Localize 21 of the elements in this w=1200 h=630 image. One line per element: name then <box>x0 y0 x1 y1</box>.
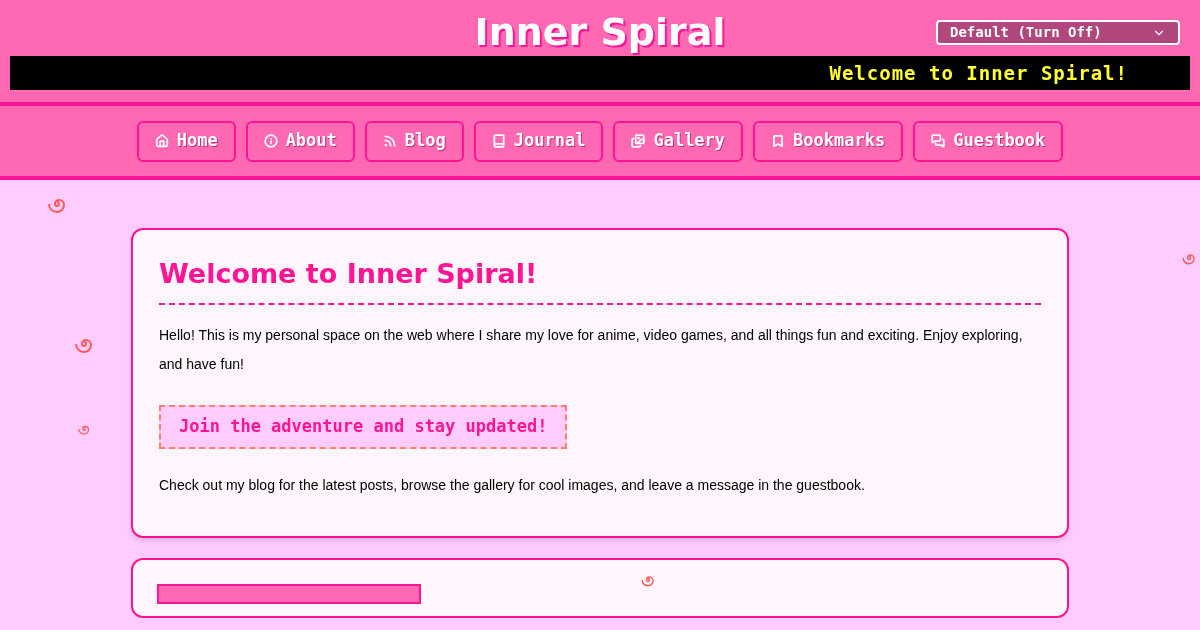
callout-banner: Join the adventure and stay updated! <box>159 404 568 449</box>
nav-link[interactable]: Home <box>136 120 236 162</box>
nav-link[interactable]: About <box>245 120 355 162</box>
site-title: Inner Spiral <box>474 9 726 56</box>
card-heading: Welcome to Inner Spiral! <box>159 254 1041 305</box>
nav-link[interactable]: Journal <box>473 120 604 162</box>
feed-icon <box>382 134 397 148</box>
bookmark-icon <box>771 134 786 148</box>
nav-link[interactable]: Gallery <box>613 120 744 162</box>
images-icon <box>631 134 646 148</box>
nav-link[interactable]: Blog <box>364 120 464 162</box>
nav-link[interactable]: Bookmarks <box>753 120 904 162</box>
chat-icon <box>931 134 946 148</box>
intro-paragraph: Hello! This is my personal space on the web where I share my love for anime, video games, and all things fun and exciting. Enjoy exploring, and have fun! <box>159 325 1024 374</box>
info-icon <box>263 134 278 148</box>
ticker-bar: Welcome to Inner Spiral! <box>10 56 1190 90</box>
nav-link[interactable]: Guestbook <box>913 120 1064 162</box>
house-icon <box>154 134 169 148</box>
theme-select[interactable]: Default (Turn Off) <box>936 20 1180 45</box>
book-icon <box>491 134 506 148</box>
outro-paragraph: Check out my blog for the latest posts, browse the gallery for cool images, and leave a message in the guestbook. <box>159 475 866 495</box>
